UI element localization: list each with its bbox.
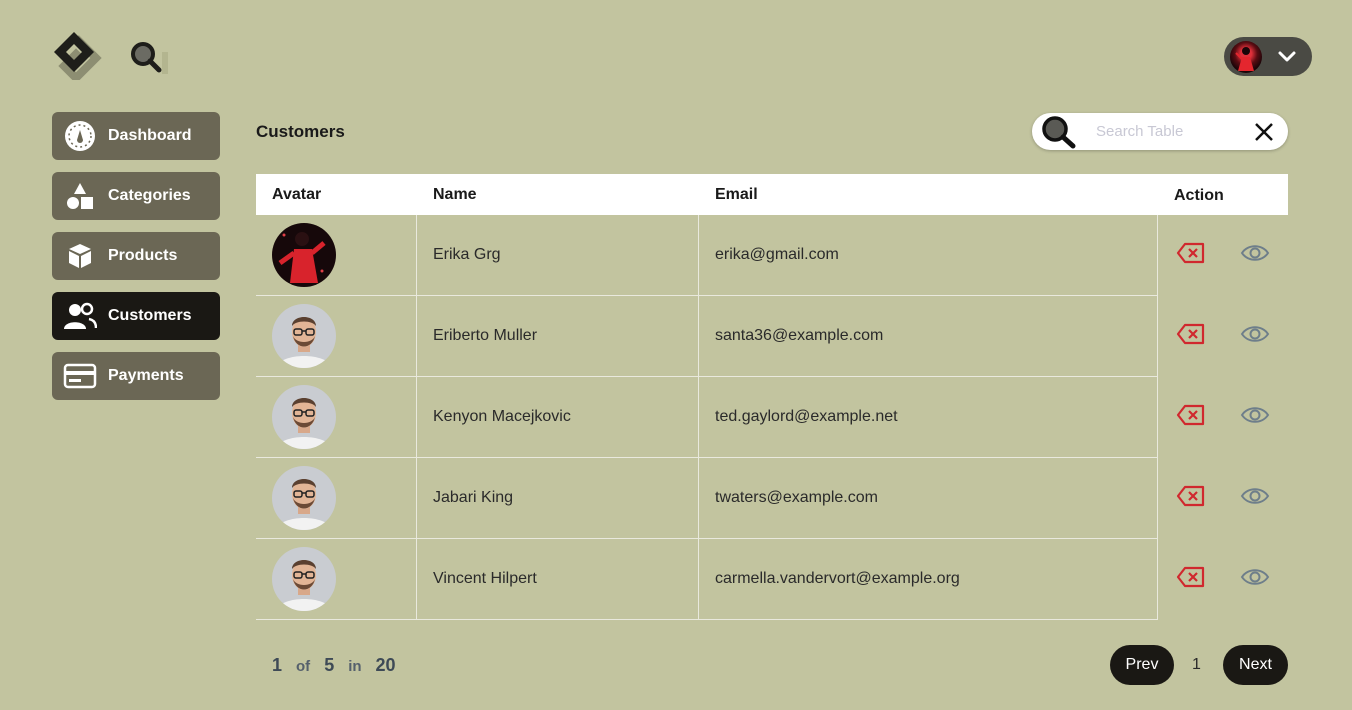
search-icon (131, 42, 168, 74)
column-divider (698, 539, 699, 620)
customer-email: carmella.vandervort@example.org (715, 570, 960, 587)
row-cells (256, 215, 1158, 296)
sidebar-item-categories[interactable]: Categories (52, 172, 220, 220)
chevron-down-icon (1278, 51, 1296, 61)
box-icon (52, 232, 108, 280)
top-search-button[interactable] (126, 38, 170, 78)
column-divider (1157, 539, 1158, 620)
of-label: of (296, 658, 311, 675)
current-page: 1 (272, 655, 283, 675)
table-header: Avatar Name Email Action (256, 174, 1288, 215)
avatar (1230, 40, 1262, 73)
page-number-button[interactable]: 1 (1192, 656, 1201, 674)
customer-name: Vincent Hilpert (433, 570, 537, 587)
prev-button[interactable]: Prev (1110, 645, 1174, 685)
customer-name: Eriberto Muller (433, 327, 538, 344)
table-row: Jabari King twaters@example.com (256, 458, 1288, 539)
avatar (272, 223, 336, 287)
sidebar-item-dashboard[interactable]: Dashboard (52, 112, 220, 160)
in-label: in (348, 658, 362, 675)
shapes-icon (52, 172, 108, 220)
column-divider (698, 377, 699, 458)
eye-icon[interactable] (1240, 323, 1270, 345)
column-divider (1157, 458, 1158, 539)
eye-icon[interactable] (1240, 485, 1270, 507)
column-divider (1157, 296, 1158, 377)
users-icon (52, 292, 108, 340)
column-header-action: Action (1174, 187, 1224, 204)
table-row: Erika Grg erika@gmail.com (256, 215, 1288, 296)
table-search (1032, 113, 1288, 150)
table-row: Eriberto Muller santa36@example.com (256, 296, 1288, 377)
customer-name: Kenyon Macejkovic (433, 408, 571, 425)
customer-email: santa36@example.com (715, 327, 884, 344)
customers-table: Avatar Name Email Action Erika Grg erika@… (256, 174, 1288, 620)
table-row: Kenyon Macejkovic ted.gaylord@example.net (256, 377, 1288, 458)
customer-email: ted.gaylord@example.net (715, 408, 898, 425)
row-cells (256, 296, 1158, 377)
sidebar-item-products[interactable]: Products (52, 232, 220, 280)
close-icon[interactable] (1252, 120, 1276, 144)
column-divider (698, 458, 699, 539)
page-title: Customers (256, 122, 345, 141)
column-header-name: Name (433, 186, 477, 203)
total-pages: 5 (324, 655, 335, 675)
eye-icon[interactable] (1240, 242, 1270, 264)
row-cells (256, 458, 1158, 539)
delete-icon[interactable] (1176, 322, 1206, 346)
speedometer-icon (52, 112, 108, 160)
column-divider (1157, 215, 1158, 296)
delete-icon[interactable] (1176, 241, 1206, 265)
search-input[interactable] (1096, 123, 1246, 140)
customer-name: Jabari King (433, 489, 514, 506)
column-divider (416, 296, 417, 377)
user-menu[interactable] (1224, 37, 1312, 76)
credit-card-icon (52, 352, 108, 400)
column-header-email: Email (715, 186, 758, 203)
customer-name: Erika Grg (433, 246, 501, 263)
avatar (272, 304, 336, 368)
column-divider (698, 215, 699, 296)
sidebar-item-label: Categories (108, 187, 191, 204)
column-divider (416, 539, 417, 620)
row-cells (256, 377, 1158, 458)
row-cells (256, 539, 1158, 620)
table-body: Erika Grg erika@gmail.com Eriberto Muller s… (256, 215, 1288, 620)
table-row: Vincent Hilpert carmella.vandervort@examp… (256, 539, 1288, 620)
sidebar-item-label: Products (108, 247, 178, 264)
search-icon (1036, 113, 1082, 150)
column-divider (698, 296, 699, 377)
delete-icon[interactable] (1176, 403, 1206, 427)
sidebar: Dashboard Categories Products Customers … (52, 112, 220, 412)
column-divider (416, 458, 417, 539)
sidebar-item-label: Dashboard (108, 127, 192, 144)
column-divider (416, 215, 417, 296)
diamond-logo-icon (54, 32, 102, 84)
sidebar-item-label: Payments (108, 367, 184, 384)
delete-icon[interactable] (1176, 565, 1206, 589)
avatar (272, 385, 336, 449)
column-divider (416, 377, 417, 458)
column-divider (1157, 377, 1158, 458)
avatar (272, 547, 336, 611)
column-header-avatar: Avatar (272, 186, 322, 203)
delete-icon[interactable] (1176, 484, 1206, 508)
logo[interactable] (52, 30, 112, 84)
next-button[interactable]: Next (1223, 645, 1288, 685)
total-items: 20 (375, 655, 396, 675)
customer-email: twaters@example.com (715, 489, 878, 506)
sidebar-item-label: Customers (108, 307, 192, 324)
eye-icon[interactable] (1240, 404, 1270, 426)
avatar (272, 466, 336, 530)
eye-icon[interactable] (1240, 566, 1270, 588)
sidebar-item-payments[interactable]: Payments (52, 352, 220, 400)
sidebar-item-customers[interactable]: Customers (52, 292, 220, 340)
pagination-info: 1 of 5 in 20 (272, 655, 396, 676)
customer-email: erika@gmail.com (715, 246, 839, 263)
